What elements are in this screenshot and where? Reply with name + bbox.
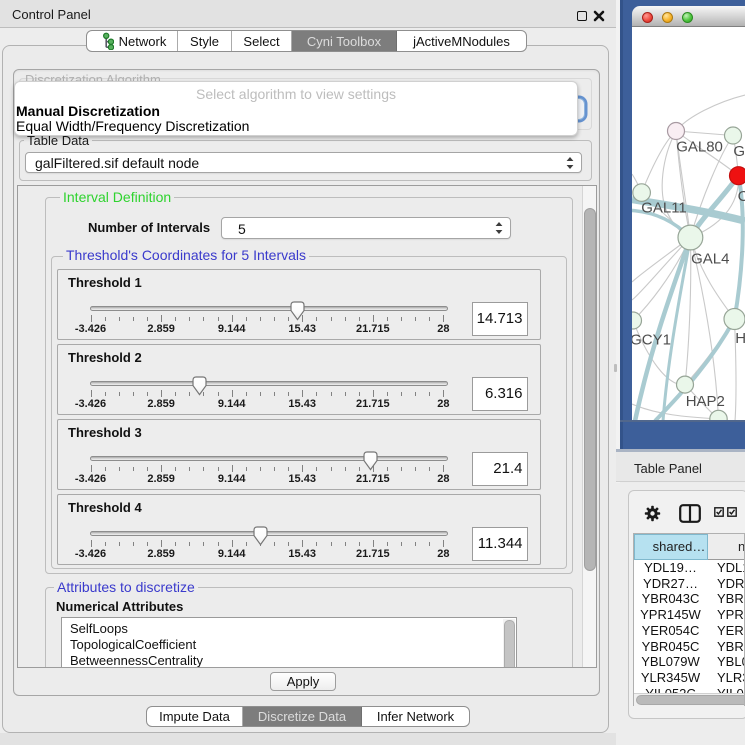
svg-text:GAL80: GAL80 bbox=[676, 139, 723, 156]
svg-text:GCY1: GCY1 bbox=[632, 332, 671, 349]
svg-text:GAL11: GAL11 bbox=[641, 200, 687, 217]
svg-text:H: H bbox=[735, 330, 745, 347]
svg-text:GAL4: GAL4 bbox=[691, 251, 729, 268]
svg-text:C: C bbox=[738, 188, 745, 205]
svg-text:HAP2: HAP2 bbox=[686, 393, 725, 410]
svg-text:GAL3: GAL3 bbox=[733, 143, 745, 160]
